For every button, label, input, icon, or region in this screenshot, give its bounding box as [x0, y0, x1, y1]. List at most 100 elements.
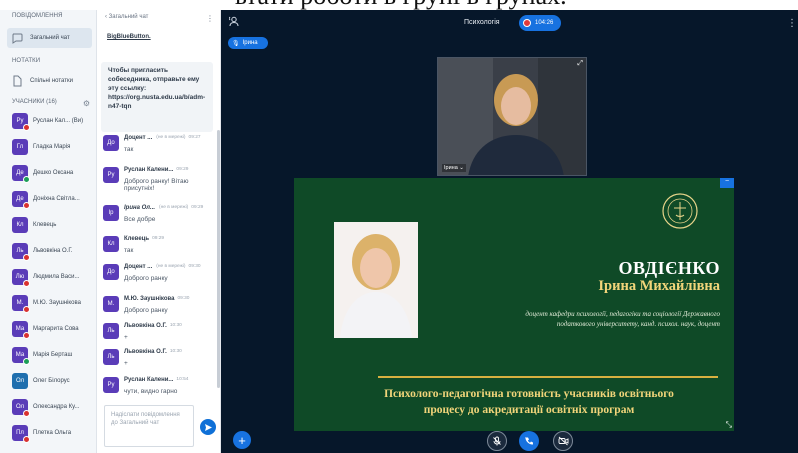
- user-list-item[interactable]: Де Доніхна Світла...: [12, 191, 80, 209]
- user-name: Руслан Кал... (Ви): [33, 118, 84, 124]
- chat-message: Ру Руслан Калени... 09:29 Доброго ранку! Ві…: [103, 167, 215, 193]
- user-status-dot: [23, 124, 30, 131]
- user-status-dot: [23, 254, 30, 261]
- shared-notes-item[interactable]: Спільні нотатки: [7, 72, 92, 90]
- message-time: 10:30: [169, 349, 182, 354]
- public-chat-label: Загальний чат: [30, 35, 70, 41]
- user-initials: Пл: [16, 430, 24, 436]
- user-list-item[interactable]: Де Дешко Оксана: [12, 165, 73, 183]
- user-list-item[interactable]: Гл Гладка Марія: [12, 139, 70, 155]
- message-initials: Ір: [108, 210, 114, 216]
- message-initials: М.: [107, 301, 115, 307]
- record-icon: [523, 19, 531, 27]
- chat-link-text[interactable]: BigBlueButton.: [107, 34, 151, 40]
- message-author: М.Ю. Заушнікова: [124, 296, 175, 302]
- user-list-item[interactable]: Лю Людмила Васи...: [12, 269, 79, 287]
- lecturer-description: доцент кафедри психології, педагогіки та…: [424, 309, 720, 329]
- user-status-dot: [23, 332, 30, 339]
- public-chat-item[interactable]: Загальний чат: [7, 28, 92, 48]
- presentation-slide: − ОВДІЄНКО Ірина Михайлівна доцент кафед…: [294, 178, 734, 431]
- message-author: Руслан Калени...: [124, 377, 174, 383]
- user-list-item[interactable]: Ма Марія Берташ: [12, 347, 72, 365]
- chat-options-icon[interactable]: ⋮: [206, 14, 214, 23]
- user-list-item[interactable]: Ол Олександра Ку...: [12, 399, 80, 417]
- user-avatar: М.: [12, 295, 30, 313]
- message-text: чути, видно гарно: [124, 388, 177, 395]
- message-text: Все добре: [124, 216, 155, 223]
- actions-plus-button[interactable]: +: [233, 431, 251, 449]
- user-list-item[interactable]: Ол Олег Білорус: [12, 373, 70, 389]
- user-list-item[interactable]: Кл Клевець: [12, 217, 56, 233]
- message-header: Львовкіна О.Г. 10:30: [124, 349, 216, 355]
- user-status-dot: [23, 176, 30, 183]
- message-line: Доброго ранку! Вітаю: [124, 178, 189, 185]
- message-line: присутніх!: [124, 185, 155, 192]
- message-line: так: [124, 247, 134, 254]
- chat-message-input[interactable]: Надіслати повідомлення до Загальний чат: [104, 405, 194, 447]
- fit-to-width-icon[interactable]: ⤡: [726, 420, 732, 430]
- chat-message: М. М.Ю. Заушнікова 09:30 Доброго ранку: [103, 296, 215, 322]
- webcam-tile[interactable]: Ірина ⌄ ⤢: [437, 57, 587, 176]
- message-text: +: [124, 334, 128, 341]
- user-list-item[interactable]: М. М.Ю. Заушнікова: [12, 295, 81, 313]
- chat-back-button[interactable]: ‹ Загальний чат: [105, 14, 148, 23]
- user-status-dot: [23, 358, 30, 365]
- message-line: Доброго ранку: [124, 307, 168, 314]
- offline-note: (не в мережі): [156, 135, 186, 140]
- user-initials: Лю: [15, 274, 25, 280]
- user-initials: Ру: [16, 118, 24, 124]
- message-initials: До: [107, 140, 115, 146]
- user-list-item[interactable]: Ль Львовкіна О.Г.: [12, 243, 73, 261]
- slide-divider: [378, 376, 718, 378]
- shared-notes-label: Спільні нотатки: [30, 78, 73, 84]
- message-initials: Ру: [107, 172, 115, 178]
- chat-message: Ру Руслан Калени... 10:54 чути, видно гарно: [103, 377, 215, 403]
- message-avatar: Кл: [103, 236, 119, 252]
- message-header: Ірина Ол... (не в мережі) 09:29: [124, 205, 216, 211]
- message-author: Львовкіна О.Г.: [124, 349, 167, 355]
- user-list-item[interactable]: Ма Маргарита Сова: [12, 321, 79, 339]
- fullscreen-icon[interactable]: ⤢: [577, 60, 583, 68]
- lecturer-given-names: Ірина Михайлівна: [598, 278, 720, 294]
- message-initials: Ру: [107, 382, 115, 388]
- user-list-item[interactable]: Ру Руслан Кал... (Ви): [12, 113, 84, 131]
- message-initials: Ль: [107, 354, 115, 360]
- meeting-title: Психологія: [464, 19, 500, 26]
- message-line: +: [124, 360, 128, 367]
- message-avatar: Ль: [103, 323, 119, 339]
- message-header: Доцент ... (не в мережі) 09:30: [124, 264, 216, 270]
- user-name: Клевець: [33, 222, 57, 228]
- user-initials: Ол: [15, 404, 25, 410]
- options-menu-icon[interactable]: ⋮: [787, 18, 797, 29]
- talking-indicator: 🎙 Ірина: [228, 37, 268, 49]
- message-time: 09:30: [177, 296, 190, 301]
- user-avatar: Ма: [12, 321, 30, 339]
- microphone-icon: 🎙: [232, 40, 240, 47]
- recording-indicator[interactable]: 104:26: [519, 15, 561, 31]
- message-header: М.Ю. Заушнікова 09:30: [124, 296, 216, 302]
- message-header: Клевець 09:29: [124, 236, 216, 242]
- invite-message: Чтобы пригласить собеседника, отправьте …: [101, 62, 213, 132]
- toggle-user-list-icon[interactable]: [228, 16, 242, 30]
- user-avatar: Ол: [12, 373, 28, 389]
- message-avatar: До: [103, 264, 119, 280]
- message-avatar: До: [103, 135, 119, 151]
- minimize-presentation-button[interactable]: −: [720, 178, 734, 188]
- gear-icon[interactable]: ⚙: [83, 99, 90, 108]
- leave-audio-button[interactable]: [519, 431, 539, 451]
- send-message-button[interactable]: [200, 419, 216, 435]
- message-text: так: [124, 247, 133, 254]
- message-avatar: Ір: [103, 205, 119, 221]
- chat-scrollbar[interactable]: [217, 130, 220, 388]
- message-header: Львовкіна О.Г. 10:30: [124, 323, 216, 329]
- message-time: 10:30: [169, 323, 182, 328]
- camera-off-button[interactable]: [553, 431, 573, 451]
- message-avatar: Ль: [103, 349, 119, 365]
- message-time: 09:27: [188, 135, 201, 140]
- user-status-dot: [23, 436, 30, 443]
- user-list-item[interactable]: Пл Плетка Ольга: [12, 425, 71, 443]
- microphone-muted-button[interactable]: [487, 431, 507, 451]
- description-line-2: податкового університету, канд. психол. …: [556, 320, 720, 328]
- user-initials: Ма: [15, 352, 25, 358]
- cropped-caption: ьтати роботи в групі в групах.: [0, 0, 798, 10]
